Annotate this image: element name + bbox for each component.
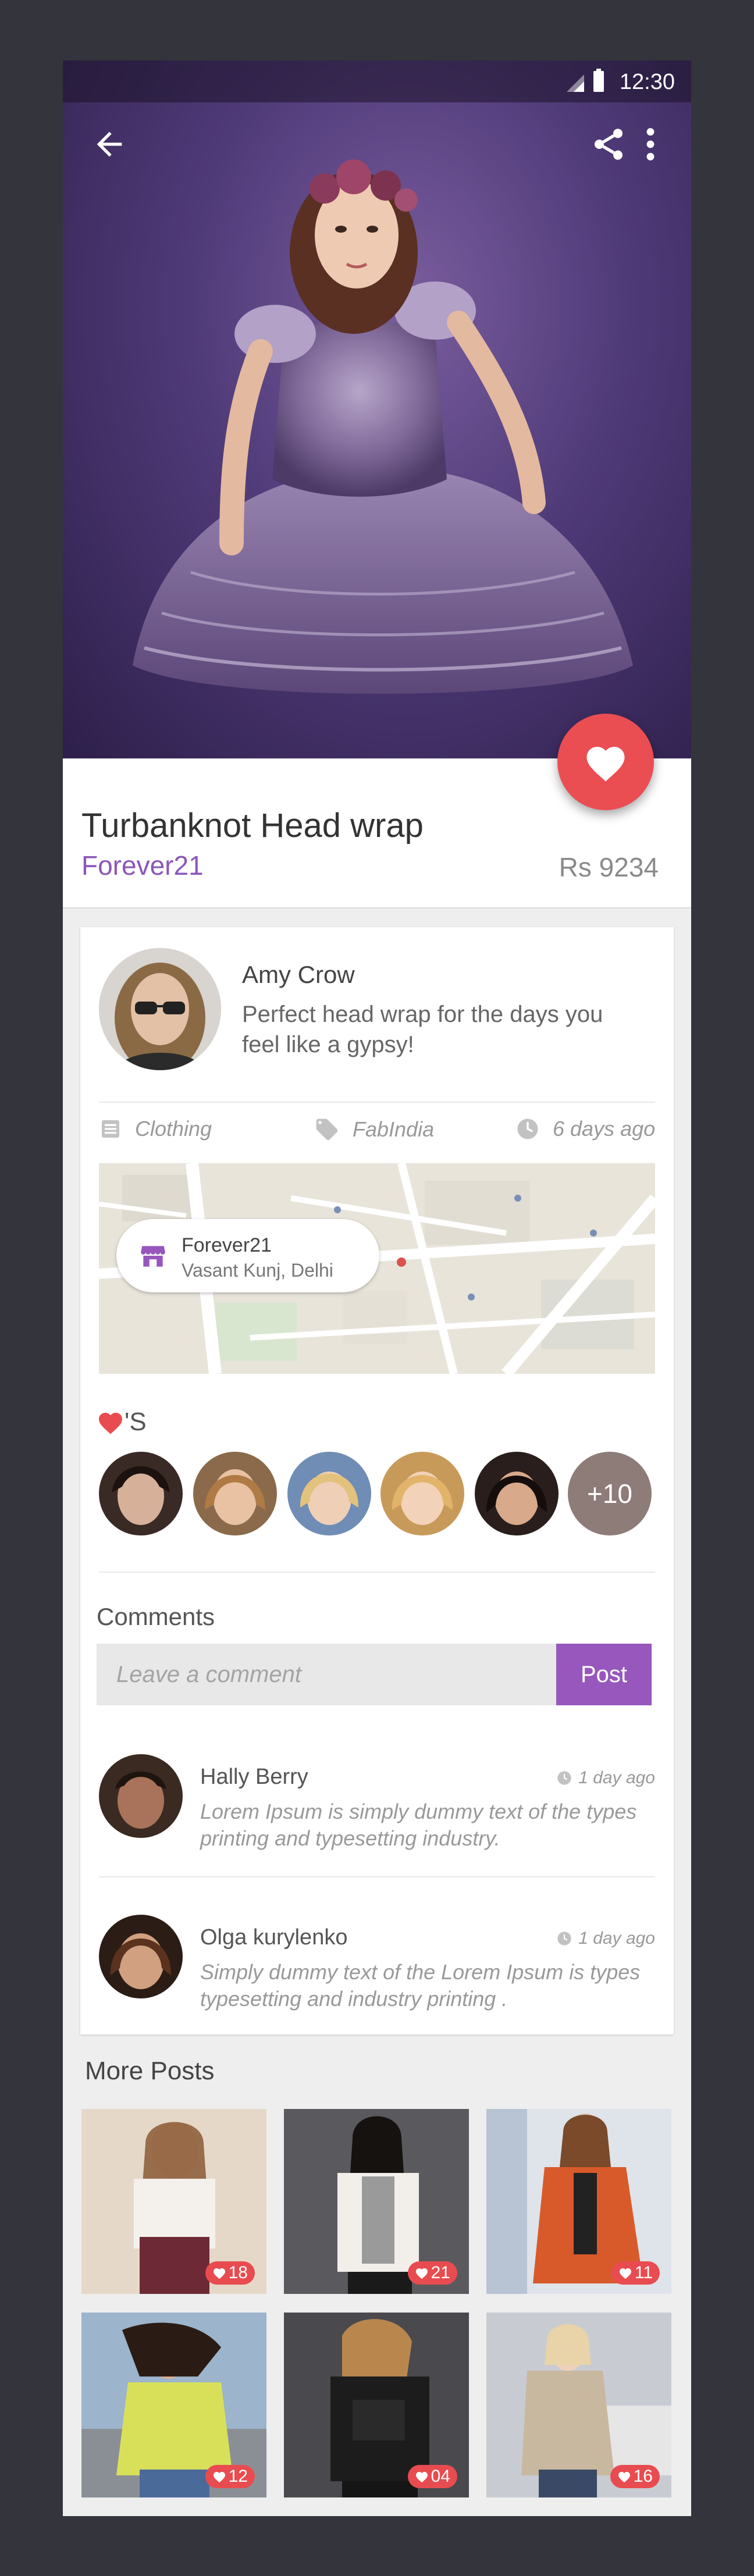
like-count: 18: [228, 2263, 248, 2282]
status-bar: 12:30: [63, 60, 691, 102]
avatar[interactable]: [193, 1452, 277, 1535]
product-price: Rs 9234: [559, 852, 659, 882]
heart-icon: [415, 2472, 428, 2483]
share-icon[interactable]: [590, 126, 627, 163]
like-count-badge: 18: [205, 2261, 255, 2285]
comment-input[interactable]: [97, 1644, 556, 1705]
store-name: Forever21: [182, 1234, 272, 1256]
comment-author[interactable]: Hally Berry: [200, 1765, 308, 1790]
phone-screen: 12:30 Turbanknot Head wrap Forever21 Rs …: [63, 60, 691, 2516]
store-icon: [141, 1246, 165, 1267]
tag-icon: [316, 1118, 338, 1141]
like-count: 21: [431, 2263, 450, 2282]
product-brand[interactable]: Forever21: [81, 850, 204, 881]
post-tag[interactable]: FabIndia: [314, 1117, 434, 1142]
status-time: 12:30: [619, 70, 675, 94]
more-likes-button[interactable]: +10: [568, 1452, 652, 1535]
heart-icon: [586, 747, 625, 782]
divider: [99, 1876, 655, 1877]
store-map[interactable]: Forever21 Vasant Kunj, Delhi: [99, 1163, 655, 1374]
heart-icon: [415, 2268, 428, 2279]
product-title: Turbanknot Head wrap: [81, 807, 424, 845]
avatar[interactable]: [99, 948, 221, 1070]
comment-time: 1 day ago: [556, 1929, 655, 1948]
store-address: Vasant Kunj, Delhi: [182, 1260, 333, 1281]
heart-icon: [618, 2472, 630, 2483]
more-post-thumbnail[interactable]: 16: [486, 2313, 671, 2497]
like-count: 12: [228, 2467, 248, 2486]
more-post-thumbnail[interactable]: 21: [284, 2109, 469, 2294]
more-options-icon[interactable]: [639, 126, 662, 163]
avatar[interactable]: [99, 1915, 183, 1998]
store-location-chip[interactable]: Forever21 Vasant Kunj, Delhi: [116, 1219, 379, 1292]
post-category[interactable]: Clothing: [99, 1117, 212, 1141]
poster-name[interactable]: Amy Crow: [242, 961, 355, 989]
comments-heading: Comments: [97, 1603, 215, 1630]
post-comment-button[interactable]: Post: [556, 1644, 652, 1705]
post-card: Amy Crow Perfect head wrap for the days …: [80, 927, 674, 2035]
more-post-thumbnail[interactable]: 04: [284, 2313, 469, 2497]
like-count-badge: 16: [610, 2465, 660, 2488]
heart-icon: [213, 2472, 225, 2483]
avatar[interactable]: [475, 1452, 559, 1535]
battery-icon: [593, 69, 604, 92]
like-count: 11: [634, 2263, 653, 2282]
more-post-thumbnail[interactable]: 12: [81, 2313, 266, 2497]
avatar[interactable]: [380, 1452, 464, 1535]
heart-icon: [99, 1413, 122, 1434]
like-count-badge: 21: [407, 2261, 457, 2285]
comment-author[interactable]: Olga kurylenko: [200, 1925, 347, 1950]
like-count: 16: [633, 2467, 653, 2486]
like-fab-button[interactable]: [557, 714, 654, 810]
post-description: Perfect head wrap for the days you feel …: [242, 1002, 603, 1057]
more-posts-heading: More Posts: [85, 2057, 215, 2085]
comment-text: Simply dummy text of the Lorem Ipsum is …: [200, 1960, 641, 2011]
likes-heading-suffix: 'S: [125, 1408, 147, 1436]
more-post-thumbnail[interactable]: 18: [81, 2109, 266, 2294]
likes-heading: 'S: [97, 1408, 147, 1437]
comment-time-label: 1 day ago: [578, 1929, 655, 1948]
avatar[interactable]: [287, 1452, 371, 1535]
like-count: 04: [431, 2467, 450, 2486]
clock-icon: [557, 1771, 571, 1785]
comment-time-label: 1 day ago: [578, 1768, 655, 1787]
more-post-thumbnail[interactable]: 11: [486, 2109, 671, 2294]
divider: [99, 1102, 655, 1103]
clock-icon: [517, 1118, 538, 1139]
heart-icon: [619, 2268, 631, 2279]
back-arrow-icon[interactable]: [91, 126, 128, 163]
tag-label: FabIndia: [353, 1117, 435, 1141]
category-label: Clothing: [135, 1117, 212, 1141]
divider: [99, 1572, 655, 1573]
like-count-badge: 04: [407, 2465, 457, 2488]
post-time: 6 days ago: [515, 1117, 655, 1141]
comment-time: 1 day ago: [556, 1768, 655, 1788]
signal-icon: [567, 74, 584, 92]
comment-text: Lorem Ipsum is simply dummy text of the …: [200, 1800, 637, 1850]
document-icon: [102, 1120, 119, 1138]
like-count-badge: 12: [205, 2465, 255, 2488]
clock-icon: [557, 1932, 571, 1946]
product-hero-image: [63, 60, 691, 758]
heart-icon: [213, 2268, 225, 2279]
avatar[interactable]: [99, 1452, 183, 1535]
time-label: 6 days ago: [553, 1117, 656, 1141]
like-count-badge: 11: [611, 2261, 660, 2285]
avatar[interactable]: [99, 1754, 183, 1838]
